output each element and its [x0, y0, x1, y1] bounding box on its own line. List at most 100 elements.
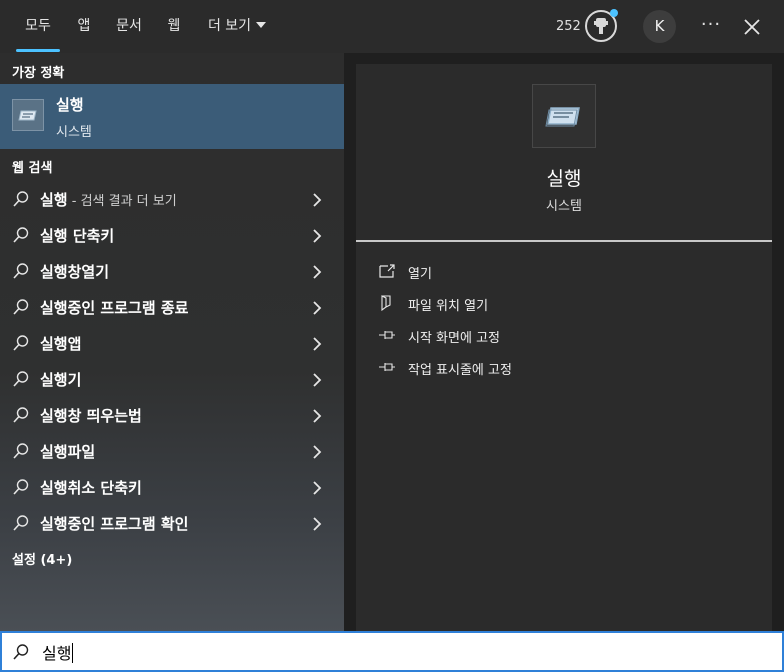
settings-heading[interactable]: 설정 (4+) [12, 549, 72, 568]
web-search-item[interactable]: 실행앱 [0, 325, 344, 361]
tab-all-label: 모두 [25, 18, 51, 34]
web-search-item-label: 실행파일 [40, 441, 95, 462]
query-term: 실행 [40, 407, 68, 425]
search-icon [12, 190, 30, 208]
best-match-heading: 가장 정확 [12, 66, 65, 81]
query-suggestion: 창열기 [67, 263, 110, 281]
query-suggestion: 중인 프로그램 확인 [67, 515, 189, 533]
pin-to-taskbar-label: 작업 표시줄에 고정 [408, 363, 512, 378]
best-match-item[interactable]: 실행 시스템 [0, 84, 344, 149]
text-cursor [72, 643, 74, 663]
pin-to-start-action[interactable]: 시작 화면에 고정 [378, 323, 758, 349]
search-box[interactable]: 실행 [0, 631, 784, 672]
web-search-item-label: 실행창 띄우는법 [40, 405, 142, 426]
chevron-right-icon[interactable] [312, 372, 322, 387]
detail-panel: 실행 시스템 열기 파일 위치 열기 시작 화면에 고정 작업 표시줄에 고정 [356, 64, 772, 631]
web-search-item[interactable]: 실행취소 단축키 [0, 469, 344, 505]
web-search-item[interactable]: 실행기 [0, 361, 344, 397]
avatar[interactable]: K [643, 10, 676, 43]
chevron-right-icon[interactable] [312, 228, 322, 243]
web-search-item[interactable]: 실행파일 [0, 433, 344, 469]
query-suggestion: 창 띄우는법 [67, 407, 142, 425]
web-search-item[interactable]: 실행중인 프로그램 확인 [0, 505, 344, 541]
detail-subtitle: 시스템 [546, 199, 582, 214]
web-search-item[interactable]: 실행창열기 [0, 253, 344, 289]
chevron-right-icon[interactable] [312, 480, 322, 495]
best-match-title: 실행 [56, 96, 84, 114]
open-icon [378, 263, 396, 279]
web-search-item-label: 실행중인 프로그램 확인 [40, 513, 188, 534]
tab-documents-label: 문서 [116, 18, 142, 34]
tab-apps-label: 앱 [77, 18, 91, 34]
query-suggestion: 중인 프로그램 종료 [67, 299, 189, 317]
query-term: 실행 [40, 299, 68, 317]
file-location-icon [378, 295, 396, 312]
run-app-large-icon [532, 84, 596, 148]
web-search-item-label: 실행취소 단축키 [40, 477, 142, 498]
pin-to-start-label: 시작 화면에 고정 [408, 331, 500, 346]
search-icon [12, 514, 30, 532]
chevron-right-icon[interactable] [312, 444, 322, 459]
chevron-down-icon [256, 22, 267, 28]
results-panel: 가장 정확 실행 시스템 웹 검색 실행 - 검색 결과 더 보기 실행 단축키 실… [0, 53, 344, 631]
tab-web[interactable]: 웹 [162, 0, 186, 53]
search-icon [12, 406, 30, 424]
query-term: 실행 [40, 515, 68, 533]
web-search-item[interactable]: 실행 - 검색 결과 더 보기 [0, 181, 344, 217]
search-icon [12, 643, 30, 661]
search-input[interactable]: 실행 [42, 640, 74, 664]
search-icon [12, 262, 30, 280]
tab-more-label: 더 보기 [207, 18, 252, 34]
chevron-right-icon[interactable] [312, 516, 322, 531]
tab-apps[interactable]: 앱 [72, 0, 96, 53]
more-icon[interactable]: ··· [697, 0, 725, 50]
search-icon [12, 442, 30, 460]
web-search-item-label: 실행창열기 [40, 261, 109, 282]
query-suggestion: 취소 단축키 [67, 479, 142, 497]
tab-documents[interactable]: 문서 [112, 0, 146, 53]
open-action[interactable]: 열기 [378, 259, 758, 285]
query-term: 실행 [40, 227, 68, 245]
pin-icon [378, 359, 396, 375]
tab-web-label: 웹 [167, 18, 181, 34]
tab-all[interactable]: 모두 [14, 0, 62, 53]
web-search-item[interactable]: 실행 단축키 [0, 217, 344, 253]
tab-more[interactable]: 더 보기 [204, 0, 270, 53]
search-icon [12, 226, 30, 244]
query-term: 실행 [40, 443, 68, 461]
web-search-item-label: 실행기 [40, 369, 81, 390]
query-suggestion: 파일 [67, 443, 96, 461]
rewards-points: 252 [556, 19, 581, 34]
chevron-right-icon[interactable] [312, 336, 322, 351]
search-icon [12, 334, 30, 352]
web-search-heading: 웹 검색 [12, 161, 53, 176]
close-icon[interactable] [737, 12, 767, 42]
search-top-bar: 모두 앱 문서 웹 더 보기 252 K ··· [0, 0, 784, 53]
chevron-right-icon[interactable] [312, 192, 322, 207]
rewards-icon[interactable] [585, 9, 618, 42]
open-file-location-label: 파일 위치 열기 [408, 299, 489, 314]
web-search-item[interactable]: 실행창 띄우는법 [0, 397, 344, 433]
web-search-item-label: 실행중인 프로그램 종료 [40, 297, 188, 318]
query-term: 실행 [40, 335, 68, 353]
open-label: 열기 [408, 267, 432, 282]
chevron-right-icon[interactable] [312, 300, 322, 315]
detail-title: 실행 [546, 168, 582, 190]
query-suggestion: 단축키 [67, 227, 115, 245]
chevron-right-icon[interactable] [312, 264, 322, 279]
best-match-subtitle: 시스템 [56, 125, 92, 140]
query-suggestion: 기 [67, 371, 82, 389]
divider [356, 240, 772, 242]
pin-to-taskbar-action[interactable]: 작업 표시줄에 고정 [378, 355, 758, 381]
chevron-right-icon[interactable] [312, 408, 322, 423]
web-search-item-label: 실행 - 검색 결과 더 보기 [40, 189, 177, 210]
web-search-item-label: 실행 단축키 [40, 225, 114, 246]
search-input-value: 실행 [42, 644, 72, 663]
search-icon [12, 298, 30, 316]
pin-icon [378, 327, 396, 343]
search-icon [12, 478, 30, 496]
query-suggestion: 앱 [67, 335, 82, 353]
open-file-location-action[interactable]: 파일 위치 열기 [378, 291, 758, 317]
web-search-item[interactable]: 실행중인 프로그램 종료 [0, 289, 344, 325]
notification-dot [610, 9, 618, 17]
